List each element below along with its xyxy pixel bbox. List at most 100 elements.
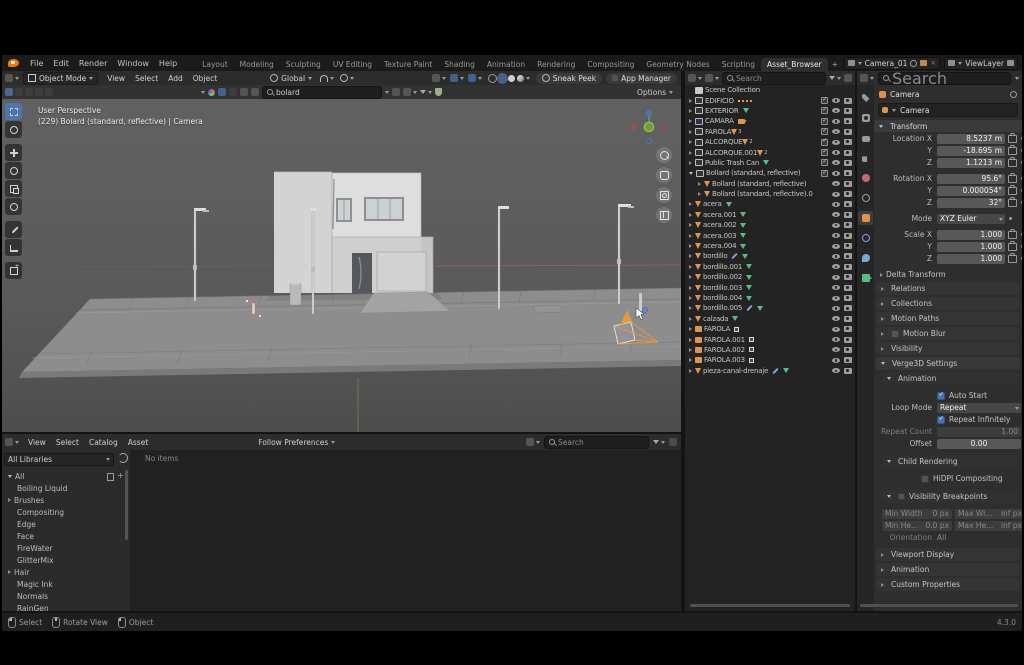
outliner-row-bordillo-004[interactable]: bordillo.004	[685, 293, 855, 303]
hidpi-checkbox[interactable]	[921, 475, 929, 483]
workspace-tab-uv-editing[interactable]: UV Editing	[327, 58, 378, 71]
max-width-field[interactable]: Max Wi...inf px	[955, 509, 1022, 519]
collapse-icon[interactable]	[689, 172, 693, 175]
tool-rotate[interactable]	[5, 162, 22, 179]
properties-tab-dropdown[interactable]	[860, 74, 874, 82]
checkbox-icon[interactable]	[821, 139, 828, 146]
outliner-row-farola[interactable]: FAROLA	[685, 324, 855, 334]
camera-visibility-icon[interactable]	[844, 295, 852, 301]
camera-visibility-icon[interactable]	[844, 222, 852, 228]
camera-view-button[interactable]	[656, 187, 672, 203]
properties-hscrollbar[interactable]	[860, 604, 1018, 607]
lock-icon[interactable]	[1008, 147, 1017, 155]
workspace-tab-texture-paint[interactable]: Texture Paint	[378, 58, 438, 71]
expand-icon[interactable]	[689, 234, 692, 238]
catalog-item-hair[interactable]: Hair	[2, 566, 130, 578]
select-mode-icon[interactable]	[5, 88, 13, 96]
outliner-row-farola-001[interactable]: FAROLA.001	[685, 334, 855, 344]
unlink-icon[interactable]: ×	[930, 60, 936, 67]
workspace-tab-animation[interactable]: Animation	[481, 58, 531, 71]
outliner-row-acera-001[interactable]: acera.001	[685, 210, 855, 220]
repeat-infinitely-checkbox[interactable]	[937, 416, 945, 424]
eye-icon[interactable]	[832, 98, 840, 103]
camera-visibility-icon[interactable]	[844, 357, 852, 363]
outliner-display-mode[interactable]	[688, 74, 702, 82]
catalog-item-glittermix[interactable]: GlitterMix	[2, 554, 130, 566]
outliner-row-alcorque[interactable]: ALCORQUE2	[685, 137, 855, 147]
gear-icon[interactable]	[669, 438, 677, 446]
value-field[interactable]: 8.5237 m	[937, 134, 1005, 144]
display-size-dropdown[interactable]	[526, 438, 540, 446]
expand-icon[interactable]	[689, 254, 692, 258]
editor-type-icon[interactable]	[5, 74, 13, 82]
animation-subpanel-header[interactable]: Animation	[882, 372, 1020, 385]
tool-cursor[interactable]	[5, 121, 22, 138]
camera-visibility-icon[interactable]	[844, 181, 852, 187]
camera-visibility-icon[interactable]	[844, 337, 852, 343]
expand-icon[interactable]	[8, 570, 11, 574]
eye-icon[interactable]	[832, 202, 840, 207]
asset-search-input[interactable]: Search	[544, 436, 649, 449]
camera-visibility-icon[interactable]	[844, 264, 852, 270]
checkbox-icon[interactable]	[821, 159, 828, 166]
animate-dot-icon[interactable]	[1021, 177, 1022, 180]
verge3d-settings-header[interactable]: Verge3D Settings	[876, 357, 1020, 370]
add-workspace-button[interactable]: +	[828, 58, 842, 71]
camera-visibility-icon[interactable]	[844, 108, 852, 114]
viewport-menu-view[interactable]: View	[102, 74, 130, 83]
section-viewport-display[interactable]: Viewport Display	[876, 548, 1020, 561]
filter-icon-3[interactable]	[240, 88, 248, 96]
viewport-menu-select[interactable]: Select	[130, 74, 163, 83]
camera-visibility-icon[interactable]	[844, 316, 852, 322]
section-visibility[interactable]: Visibility	[876, 342, 1020, 355]
outliner-row-acera-003[interactable]: acera.003	[685, 230, 855, 240]
outliner-row-exterior[interactable]: EXTERIOR	[685, 106, 855, 116]
expand-icon[interactable]	[689, 275, 692, 279]
expand-icon[interactable]	[689, 244, 692, 248]
properties-tab-constraints[interactable]	[858, 231, 873, 245]
camera-visibility-icon[interactable]	[844, 274, 852, 280]
orientation-value[interactable]: All	[937, 533, 946, 542]
camera-visibility-icon[interactable]	[844, 201, 852, 207]
eye-icon[interactable]	[832, 254, 840, 259]
section-custom-properties[interactable]: Custom Properties	[876, 578, 1020, 591]
outliner-row-alcorque-001[interactable]: ALCORQUE.0012	[685, 147, 855, 157]
outliner-options-icon[interactable]	[844, 74, 852, 82]
asset-menu-select[interactable]: Select	[51, 438, 84, 447]
asset-grid[interactable]: No items	[132, 450, 681, 611]
eye-icon[interactable]	[832, 244, 840, 249]
value-field[interactable]: 32°	[937, 198, 1005, 208]
max-height-field[interactable]: Max He...inf px	[955, 521, 1022, 531]
import-method-dropdown[interactable]	[403, 88, 417, 96]
expand-icon[interactable]	[689, 286, 692, 290]
expand-icon[interactable]	[689, 109, 692, 113]
properties-tab-scene[interactable]	[858, 171, 873, 185]
value-field[interactable]: 1.1213 m	[937, 158, 1005, 168]
catalog-item-all[interactable]: All+	[2, 470, 130, 482]
tool-select-box[interactable]	[5, 103, 22, 120]
section-collections[interactable]: Collections	[876, 297, 1020, 310]
camera-visibility-icon[interactable]	[844, 326, 852, 332]
animate-dot-icon[interactable]	[1021, 161, 1022, 164]
header-toggle-icon[interactable]	[45, 88, 53, 96]
expand-icon[interactable]	[689, 130, 692, 134]
navigation-gizmo[interactable]	[629, 107, 669, 147]
animate-dot-icon[interactable]	[1021, 189, 1022, 192]
import-method-dropdown[interactable]: Follow Preferences	[258, 438, 335, 447]
tool-add-cube[interactable]	[5, 262, 22, 279]
eye-icon[interactable]	[832, 347, 840, 352]
chevron-down-icon[interactable]	[201, 91, 205, 94]
snap-controls[interactable]	[320, 75, 334, 82]
3d-viewport[interactable]: User Perspective (229) Bolard (standard,…	[2, 99, 681, 432]
workspace-tab-rendering[interactable]: Rendering	[531, 58, 581, 71]
collapse-icon[interactable]	[8, 475, 12, 478]
eye-icon[interactable]	[832, 223, 840, 228]
tool-annotate[interactable]	[5, 221, 22, 238]
properties-tab-view-layer[interactable]	[858, 151, 873, 165]
eye-icon[interactable]	[832, 160, 840, 165]
expand-icon[interactable]	[689, 317, 692, 321]
catalog-item-compositing[interactable]: Compositing	[2, 506, 130, 518]
lock-icon[interactable]	[1008, 187, 1017, 195]
viewlayer-selector[interactable]: ViewLayer	[944, 57, 1018, 70]
eye-icon[interactable]	[832, 296, 840, 301]
